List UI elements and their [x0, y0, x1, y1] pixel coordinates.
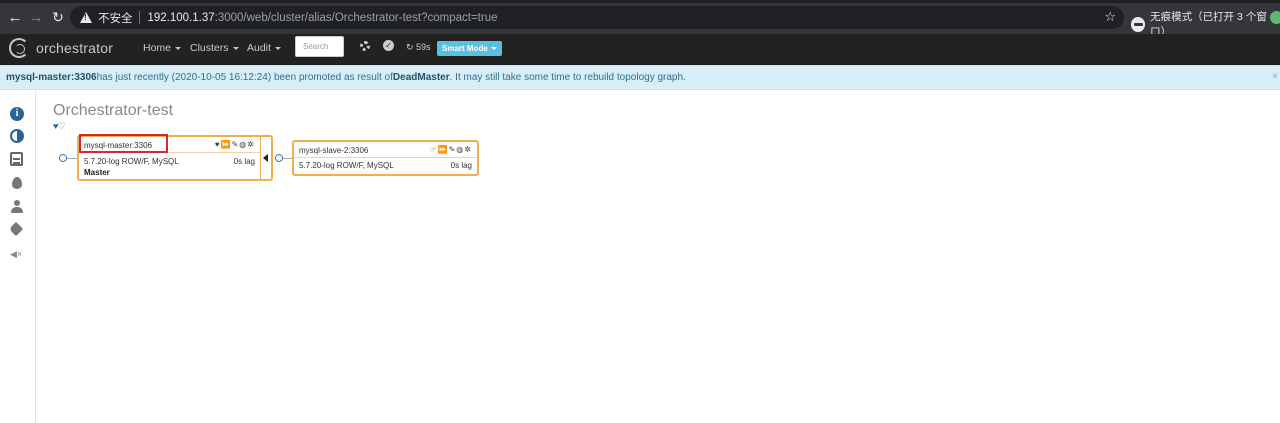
profile-status-dot[interactable] [1270, 11, 1280, 24]
sidebar: i ◀× [0, 91, 36, 423]
tag-icon[interactable] [8, 221, 24, 237]
search-input[interactable] [295, 36, 344, 57]
tab-strip [0, 0, 1280, 3]
master-link-line [67, 158, 77, 159]
nav-home-dropdown[interactable]: Home [143, 42, 182, 54]
alert-reason: DeadMaster [392, 72, 450, 83]
chevron-down-icon [232, 46, 239, 50]
master-lag: 0s lag [233, 157, 255, 166]
nav-clusters-label: Clusters [190, 42, 229, 54]
insecure-label: 不安全 [98, 12, 133, 25]
smart-mode-button[interactable]: Smart Mode [437, 41, 502, 56]
close-icon[interactable]: × [1272, 71, 1278, 82]
promotion-alert: mysql-master:3306 has just recently (202… [0, 65, 1280, 90]
alert-instance[interactable]: mysql-master:3306 [6, 72, 97, 83]
refresh-icon: ↻ [406, 42, 417, 52]
forward-arrow-icon[interactable]: → [25, 6, 47, 28]
star-icon[interactable]: ☆ [1104, 9, 1116, 25]
slave-instance-box[interactable]: mysql-slave-2:3306 ☞⏩✎◍✲ 5.7.20-log ROW/… [292, 140, 479, 176]
slave-link-dot [275, 154, 283, 162]
storage-icon[interactable] [10, 152, 23, 166]
alert-text-before: has just recently (2020-10-05 16:12:24) … [96, 72, 393, 83]
chevron-down-icon [274, 46, 281, 50]
nav-audit-dropdown[interactable]: Audit [247, 42, 281, 54]
url-host: 192.100.1.37 [147, 11, 215, 24]
brand-logo[interactable]: orchestrator [9, 38, 113, 58]
favorite-hearts[interactable]: ♥♡ [53, 121, 65, 132]
nav-home-label: Home [143, 42, 172, 54]
master-instance-controls[interactable]: ♥⏩✎◍✲ [215, 140, 255, 149]
check-circle-icon[interactable]: ✓ [383, 40, 394, 51]
page-title: Orchestrator-test [53, 102, 174, 119]
slave-instance-controls[interactable]: ☞⏩✎◍✲ [429, 145, 472, 154]
chevron-down-icon [490, 47, 497, 50]
refresh-seconds: 59s [416, 42, 431, 52]
gear-icon[interactable] [360, 41, 370, 51]
slave-lag: 0s lag [450, 161, 472, 170]
nav-clusters-dropdown[interactable]: Clusters [190, 42, 239, 54]
slave-version: 5.7.20-log ROW/F, MySQL [299, 161, 394, 170]
mute-icon[interactable]: ◀× [10, 249, 24, 259]
brand-name: orchestrator [36, 40, 114, 56]
warning-icon [80, 12, 92, 23]
nav-audit-label: Audit [247, 42, 271, 54]
browser-toolbar: ← → ↻ 不安全 192.100.1.37:3000/web/cluster/… [0, 0, 1280, 38]
refresh-countdown[interactable]: ↻ 59s [406, 42, 431, 53]
contrast-icon[interactable] [10, 129, 24, 143]
smart-mode-label: Smart Mode [442, 44, 488, 53]
master-role: Master [84, 168, 110, 177]
master-version: 5.7.20-log ROW/F, MySQL [84, 157, 179, 166]
reload-icon[interactable]: ↻ [47, 6, 69, 28]
app-navbar: orchestrator Home Clusters Audit ✓ ↻ 59s… [0, 34, 1280, 65]
drop-icon[interactable] [12, 177, 22, 189]
info-icon[interactable]: i [10, 107, 24, 121]
instance-highlight-box [79, 134, 168, 153]
url-path: :3000/web/cluster/alias/Orchestrator-tes… [214, 11, 498, 24]
back-arrow-icon[interactable]: ← [4, 6, 26, 28]
collapse-replicas-toggle[interactable] [261, 135, 273, 181]
slave-link-line [283, 158, 292, 159]
address-bar[interactable]: 不安全 192.100.1.37:3000/web/cluster/alias/… [70, 6, 1124, 29]
chevron-down-icon [175, 46, 182, 50]
user-icon[interactable] [11, 200, 23, 213]
orchestrator-logo-icon [9, 38, 29, 58]
master-link-dot [59, 154, 67, 162]
omnibox-divider [138, 11, 140, 24]
incognito-icon [1131, 16, 1146, 32]
slave-instance-name[interactable]: mysql-slave-2:3306 [299, 146, 368, 155]
slave-divider [294, 157, 477, 158]
alert-text-after: . It may still take some time to rebuild… [449, 72, 686, 83]
